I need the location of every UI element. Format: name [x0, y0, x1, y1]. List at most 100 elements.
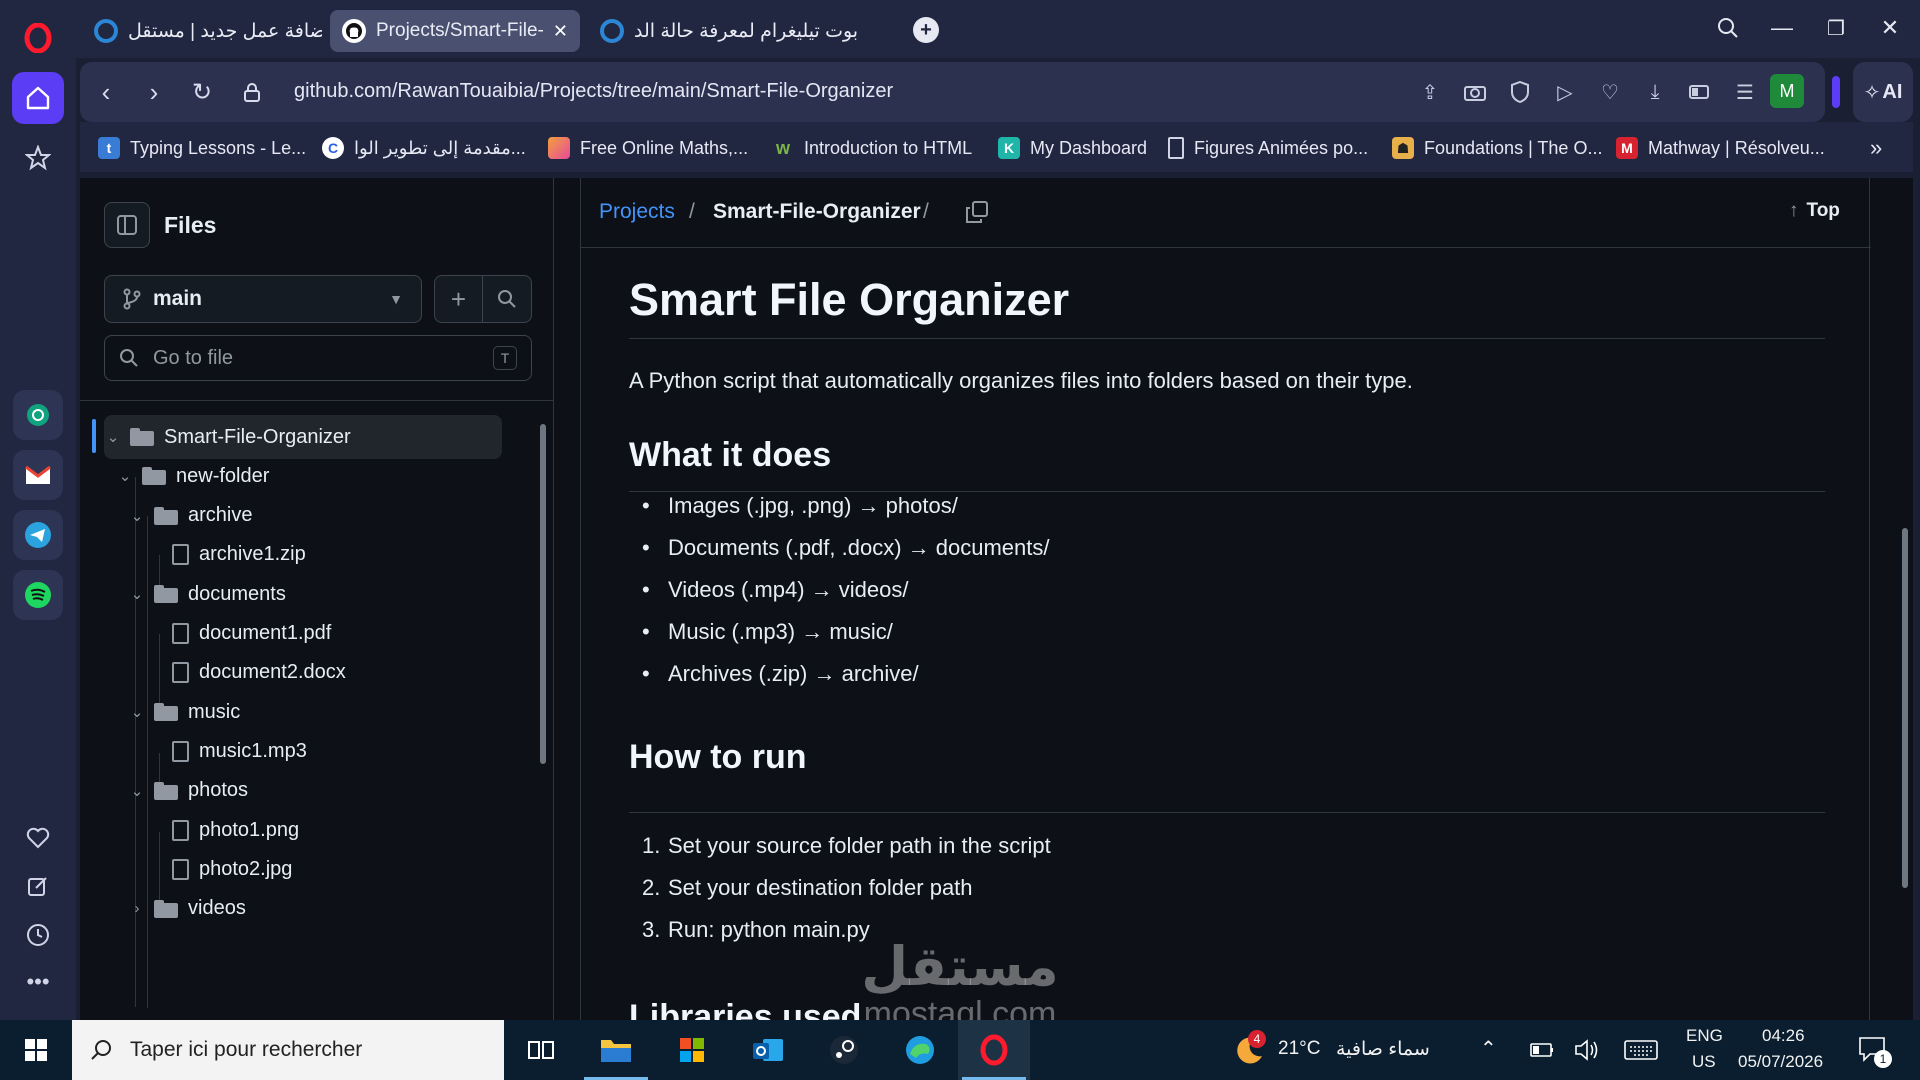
tree-folder[interactable]: ⌄ documents: [104, 572, 502, 616]
weather-moon-icon[interactable]: 4: [1232, 1030, 1268, 1068]
chevron-down-icon[interactable]: ⌄: [128, 507, 146, 525]
readme-title: Smart File Organizer: [629, 274, 1070, 325]
minimize-icon[interactable]: —: [1760, 8, 1804, 48]
tree-folder[interactable]: ⌄ photos: [104, 769, 502, 813]
add-file-icon[interactable]: +: [435, 276, 483, 322]
notifications-icon[interactable]: 1: [1858, 1036, 1892, 1068]
taskbar-search-box[interactable]: Taper ici pour rechercher: [72, 1020, 504, 1080]
page-scrollbar[interactable]: [1900, 178, 1910, 1020]
bookmark-mathway[interactable]: M Mathway | Résolveu...: [1616, 134, 1825, 162]
clock-date[interactable]: 05/07/2026: [1738, 1052, 1823, 1072]
bookmark-free-online-maths[interactable]: Free Online Maths,...: [548, 134, 748, 162]
search-tabs-icon[interactable]: [1706, 8, 1750, 48]
weather-temperature[interactable]: 21°C: [1278, 1038, 1320, 1060]
tree-scrollbar[interactable]: [538, 408, 548, 1020]
back-icon[interactable]: ‹: [84, 70, 128, 114]
battery-saver-icon[interactable]: [1686, 78, 1714, 106]
easy-setup-icon[interactable]: ☰: [1731, 78, 1759, 106]
reload-icon[interactable]: ↻: [180, 70, 224, 114]
pinboard-icon[interactable]: [12, 132, 64, 184]
tree-file[interactable]: archive1.zip: [104, 533, 502, 577]
chevron-up-icon[interactable]: ⌃: [1480, 1036, 1497, 1061]
search-code-icon[interactable]: [483, 276, 531, 322]
chevron-down-icon[interactable]: ⌄: [104, 428, 122, 446]
tree-folder[interactable]: ⌄ music: [104, 690, 502, 734]
breadcrumb-projects-link[interactable]: Projects: [599, 200, 675, 224]
bookmark-intro-html[interactable]: w Introduction to HTML: [772, 134, 972, 162]
tab-telegram-bot[interactable]: بوت تيليغرام لمعرفة حالة الد: [588, 10, 908, 52]
opera-logo-icon[interactable]: [12, 12, 64, 64]
page-scrollbar-thumb[interactable]: [1902, 528, 1908, 888]
go-to-file-input[interactable]: Go to file T: [104, 335, 532, 381]
battery-icon[interactable]: [1530, 1042, 1554, 1063]
chevron-down-icon[interactable]: ⌄: [128, 782, 146, 800]
bookmark-typing-lessons[interactable]: t Typing Lessons - Le...: [98, 134, 306, 162]
gmail-icon[interactable]: [13, 450, 63, 500]
weather-description[interactable]: سماء صافية: [1336, 1038, 1430, 1061]
close-tab-icon[interactable]: ✕: [553, 21, 568, 42]
profile-avatar[interactable]: M: [1770, 74, 1804, 108]
keyboard-layout[interactable]: US: [1692, 1052, 1716, 1072]
play-icon[interactable]: ▷: [1551, 78, 1579, 106]
favorite-heart-icon[interactable]: ♡: [1596, 78, 1624, 106]
tree-folder[interactable]: › videos: [104, 887, 502, 931]
clock-time[interactable]: 04:26: [1762, 1026, 1805, 1046]
steam-icon[interactable]: [808, 1020, 880, 1080]
tree-file[interactable]: music1.mp3: [104, 729, 502, 773]
task-view-icon[interactable]: [505, 1020, 577, 1080]
spotify-icon[interactable]: [13, 570, 63, 620]
tree-folder[interactable]: ⌄ new-folder: [104, 454, 502, 498]
edit-icon[interactable]: [12, 860, 64, 912]
chevron-down-icon[interactable]: ⌄: [116, 467, 134, 485]
more-icon[interactable]: •••: [12, 956, 64, 1008]
telegram-icon[interactable]: [13, 510, 63, 560]
heart-icon[interactable]: [12, 812, 64, 864]
tree-file[interactable]: photo2.jpg: [104, 847, 502, 891]
new-tab-plus-icon[interactable]: +: [913, 17, 939, 43]
outlook-icon[interactable]: [732, 1020, 804, 1080]
language-indicator[interactable]: ENG: [1686, 1026, 1723, 1046]
mostaql-favicon-icon: [94, 19, 118, 43]
collapse-sidebar-button[interactable]: [104, 202, 150, 248]
share-icon[interactable]: ⇪: [1416, 78, 1444, 106]
microsoft-store-icon[interactable]: [656, 1020, 728, 1080]
bookmark-foundations[interactable]: ☗ Foundations | The O...: [1392, 134, 1602, 162]
history-icon[interactable]: [12, 909, 64, 961]
tree-item-label: archive: [188, 504, 253, 527]
forward-icon[interactable]: ›: [132, 70, 176, 114]
volume-icon[interactable]: [1574, 1038, 1600, 1067]
bookmark-figures-animees[interactable]: Figures Animées po...: [1168, 134, 1368, 162]
bookmark-my-dashboard[interactable]: K My Dashboard: [998, 134, 1147, 162]
camera-icon[interactable]: [1461, 78, 1489, 106]
aria-ai-button[interactable]: ✧ AI: [1853, 62, 1913, 122]
branch-selector[interactable]: main ▼: [104, 275, 422, 323]
url-field[interactable]: github.com/RawanTouaibia/Projects/tree/m…: [294, 80, 893, 103]
tree-folder[interactable]: ⌄ Smart-File-Organizer: [104, 415, 502, 459]
tab-github[interactable]: Projects/Smart-File-Or ✕: [330, 10, 580, 52]
tree-file[interactable]: photo1.png: [104, 808, 502, 852]
file-explorer-icon[interactable]: [580, 1020, 652, 1080]
tree-file[interactable]: document2.docx: [104, 651, 502, 695]
copy-path-icon[interactable]: [965, 200, 991, 226]
sidebar-toggle[interactable]: [1832, 76, 1840, 108]
opera-taskbar-icon[interactable]: [958, 1020, 1030, 1080]
tree-file[interactable]: document1.pdf: [104, 612, 502, 656]
chatgpt-icon[interactable]: [13, 390, 63, 440]
windows-start-icon[interactable]: [0, 1020, 72, 1080]
tree-scrollbar-thumb[interactable]: [540, 424, 546, 764]
chevron-down-icon[interactable]: ⌄: [128, 585, 146, 603]
keyboard-icon[interactable]: [1624, 1040, 1658, 1065]
download-icon[interactable]: ⤓: [1641, 78, 1669, 106]
shield-icon[interactable]: [1506, 78, 1534, 106]
tab-mostaql[interactable]: إضافة عمل جديد | مستقل: [82, 10, 322, 52]
tree-folder[interactable]: ⌄ archive: [104, 494, 502, 538]
bookmark-web-dev-intro[interactable]: C مقدمة إلى تطوير الوا...: [322, 134, 526, 162]
chevron-down-icon[interactable]: ⌄: [128, 703, 146, 721]
more-bookmarks-icon[interactable]: »: [1870, 134, 1882, 162]
close-window-icon[interactable]: ✕: [1868, 8, 1912, 48]
back-to-top-button[interactable]: ↑ Top: [1789, 200, 1840, 222]
home-icon[interactable]: [12, 72, 64, 124]
edge-icon[interactable]: [884, 1020, 956, 1080]
chevron-right-icon[interactable]: ›: [128, 900, 146, 917]
restore-icon[interactable]: ❐: [1814, 8, 1858, 48]
